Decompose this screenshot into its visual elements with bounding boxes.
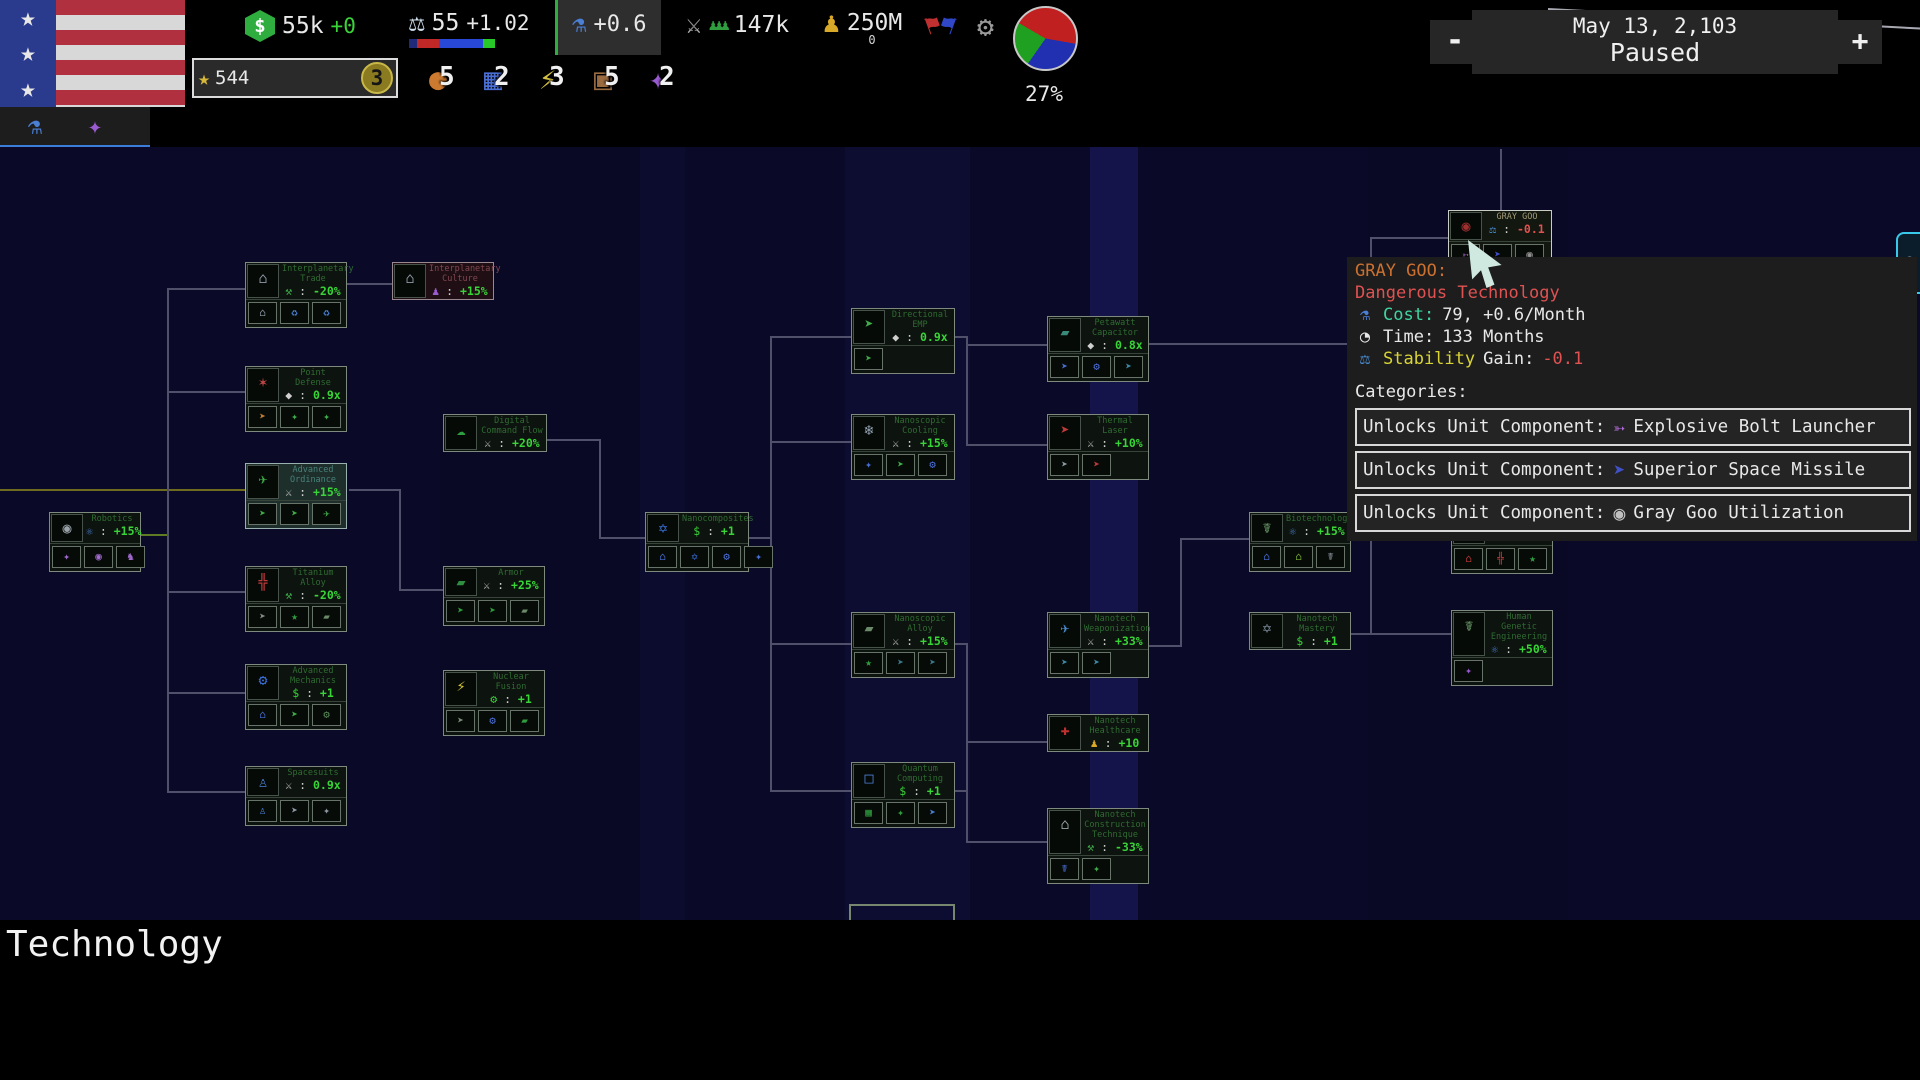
shield-token[interactable]: ▣5 <box>590 56 636 104</box>
unlock-row[interactable]: Unlocks Unit Component: ◉ Gray Goo Utiliza… <box>1355 494 1911 532</box>
categories-label: Categories: <box>1355 383 1911 402</box>
gain-value: -0.1 <box>1542 350 1583 369</box>
unlock-label: Unlocks Unit Component: <box>1363 504 1605 523</box>
flag-stripes <box>56 0 185 107</box>
unlock-name: Gray Goo Utilization <box>1633 504 1844 523</box>
tech-tooltip: GRAY GOO: Dangerous Technology ⚗ Cost: 7… <box>1347 257 1917 541</box>
background-stripe <box>1090 147 1138 920</box>
pawn-icon: ♟ <box>823 6 840 39</box>
gain-label: Gain: <box>1483 350 1534 369</box>
screen-title: Technology <box>6 924 223 965</box>
bolt-launcher-icon: ➳ <box>1613 418 1625 437</box>
energy-token[interactable]: ⚡3 <box>535 56 581 104</box>
empire-pie-chart[interactable] <box>1013 6 1078 71</box>
star-icon: ★ <box>198 66 210 90</box>
unlock-name: Explosive Bolt Launcher <box>1633 418 1875 437</box>
stability-value: 55 <box>432 10 460 36</box>
gray-goo-drop-icon: ◉ <box>1613 504 1625 523</box>
tab-underline <box>0 145 150 147</box>
space-missile-icon: ➤ <box>1613 461 1625 480</box>
shield-token-count: 5 <box>604 62 620 92</box>
star-badge: 3 <box>361 62 393 94</box>
stability-readout[interactable]: ⚖ 55 +1.02 <box>409 8 530 38</box>
game-screen: ◉Robotics⚛ : +15%✦◉♞⌂Interplanetary Trad… <box>0 0 1920 1080</box>
stability-bar-segment <box>439 39 483 48</box>
stability-delta: +1.02 <box>466 11 529 35</box>
scales-icon: ⚖ <box>1355 350 1375 369</box>
unlock-name: Superior Space Missile <box>1633 461 1865 480</box>
unlock-label: Unlocks Unit Component: <box>1363 461 1605 480</box>
royalty-value: 250M <box>847 10 902 36</box>
scales-icon: ⚖ <box>409 8 425 38</box>
technology-tab[interactable]: ⚗ <box>14 110 56 142</box>
tooltip-subtitle: Dangerous Technology <box>1355 284 1911 303</box>
barricade-token[interactable]: ▦2 <box>480 56 526 104</box>
token-row: ●5▦2⚡3▣5✦2 <box>425 56 691 104</box>
military-readout[interactable]: ⚔ ♟♟♟ 147k <box>686 10 789 40</box>
food-token-count: 5 <box>439 62 455 92</box>
science-delta: +0.6 <box>593 12 646 37</box>
cost-value: 79, +0.6/Month <box>1442 306 1585 325</box>
royalty-sub-value: 0 <box>852 33 892 47</box>
settings-gear-icon[interactable]: ⚙ <box>977 10 994 43</box>
unlock-row[interactable]: Unlocks Unit Component: ➤ Superior Space M… <box>1355 451 1911 489</box>
barricade-token-count: 2 <box>494 62 510 92</box>
money-value: 55k <box>282 13 324 39</box>
clock-icon: ◔ <box>1355 328 1375 347</box>
dollar-hex-icon: $ <box>245 10 275 42</box>
time-label: Time: <box>1383 328 1434 347</box>
star-value: 544 <box>215 67 249 89</box>
date-panel[interactable]: May 13, 2,103 Paused <box>1472 10 1838 74</box>
pause-state: Paused <box>1472 38 1838 67</box>
tooltip-title: GRAY GOO: <box>1355 262 1911 281</box>
stability-bar-segment <box>483 39 495 48</box>
stability-bar <box>409 39 497 48</box>
speed-plus-button[interactable]: + <box>1838 20 1882 64</box>
stability-label: Stability <box>1383 350 1475 369</box>
stability-bar-segment <box>409 39 417 48</box>
war-flags-icon[interactable]: ⚑ ⚑ <box>925 10 956 40</box>
faction-flag[interactable]: ★★★ <box>0 0 185 107</box>
flag-stars: ★★★ <box>0 0 56 107</box>
unlock-label: Unlocks Unit Component: <box>1363 418 1605 437</box>
culture-tab[interactable]: ✦ <box>74 110 116 142</box>
cost-label: Cost: <box>1383 306 1434 325</box>
science-section[interactable]: ⚗ +0.6 <box>555 0 661 55</box>
view-tabs: ⚗✦ <box>0 107 150 145</box>
unlock-row[interactable]: Unlocks Unit Component: ➳ Explosive Bolt L… <box>1355 408 1911 446</box>
background-stripe <box>440 147 640 920</box>
unlock-list: Unlocks Unit Component: ➳ Explosive Bolt L… <box>1355 408 1911 532</box>
money-delta: +0 <box>331 14 356 38</box>
military-value: 147k <box>734 12 789 38</box>
flask-icon: ⚗ <box>1355 306 1375 325</box>
background-stripe <box>640 147 685 920</box>
current-date: May 13, 2,103 <box>1472 14 1838 38</box>
money-readout[interactable]: $ 55k +0 <box>245 10 356 42</box>
background-stripe <box>845 147 970 920</box>
drone-token-count: 2 <box>659 62 675 92</box>
flask-icon: ⚗ <box>572 10 586 38</box>
swords-icon: ⚔ <box>686 10 702 40</box>
stability-bar-segment <box>417 39 439 48</box>
victory-points-panel[interactable]: ★ 544 3 <box>192 58 398 98</box>
people-icon: ♟♟♟ <box>709 16 727 34</box>
food-token[interactable]: ●5 <box>425 56 471 104</box>
top-bar: ★★★ $ 55k +0 ⚖ 55 +1.02 ⚗ +0.6 ⚔ ♟♟♟ 147… <box>0 0 1920 147</box>
time-value: 133 Months <box>1442 328 1544 347</box>
footer-bar: Technology <box>0 920 1920 1080</box>
pie-percent: 27% <box>1008 82 1080 106</box>
drone-token[interactable]: ✦2 <box>645 56 691 104</box>
energy-token-count: 3 <box>549 62 565 92</box>
